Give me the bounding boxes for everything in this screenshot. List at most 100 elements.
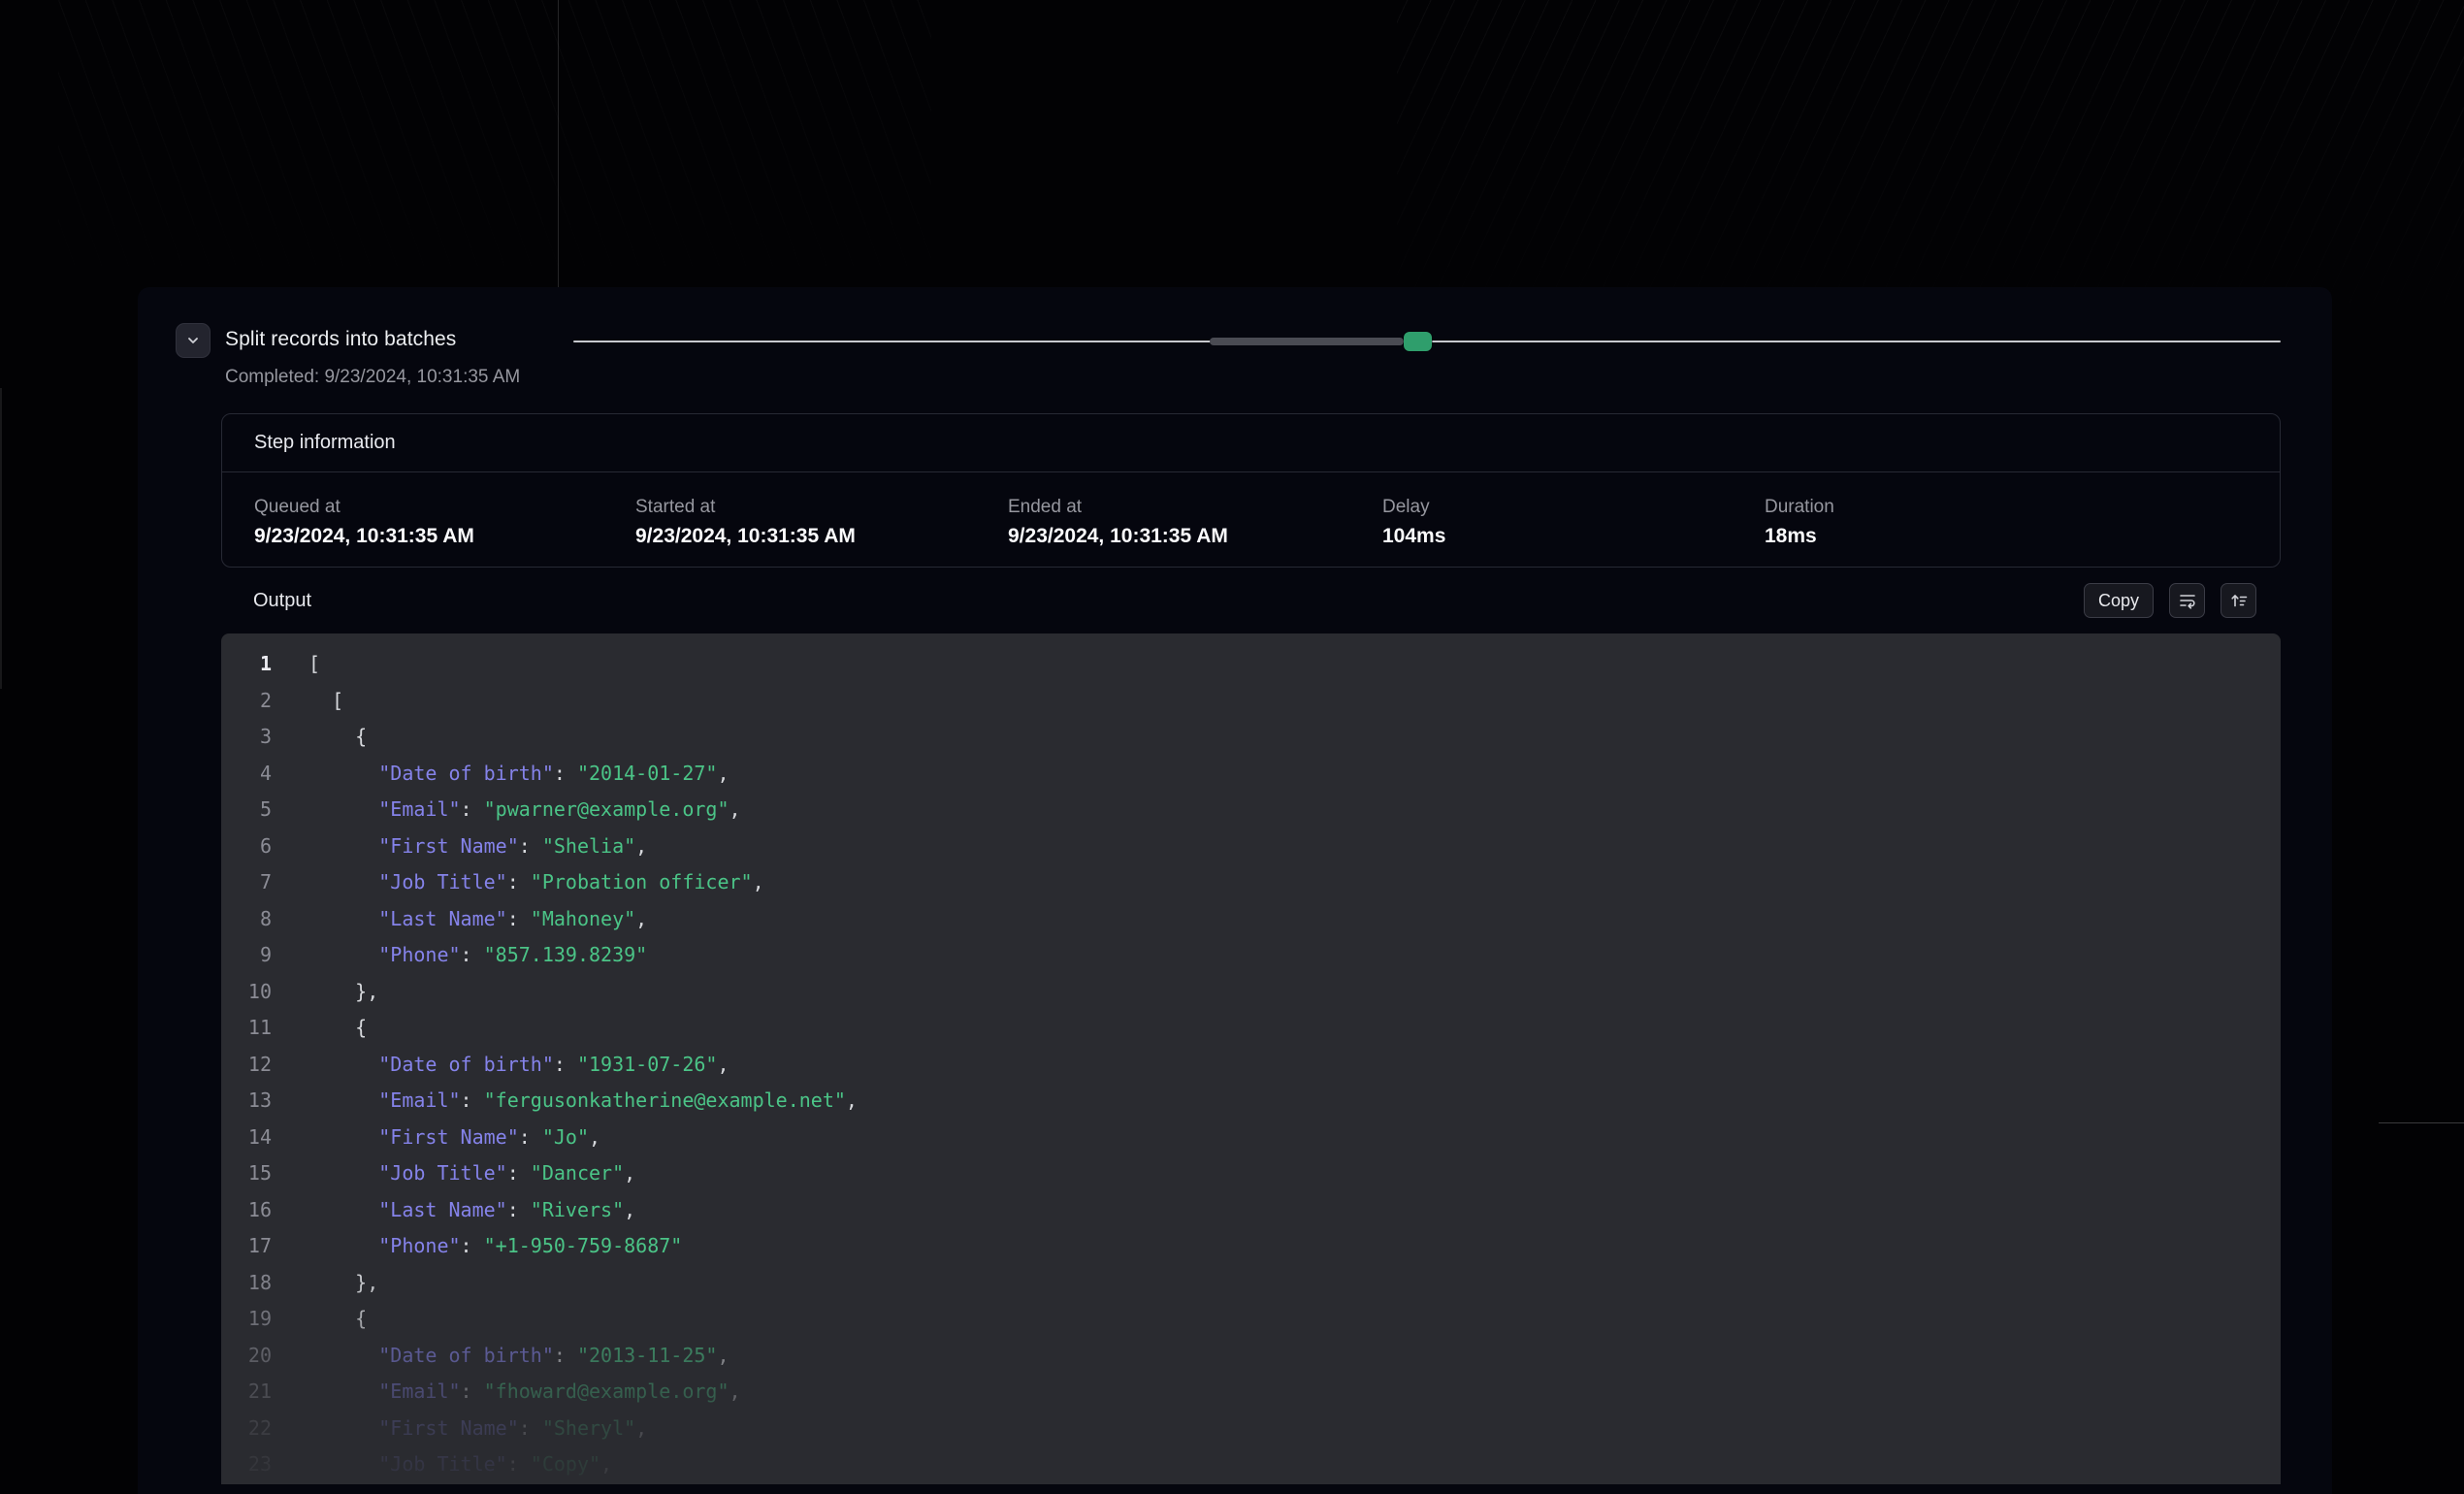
line-content: "Email": "fergusonkatherine@example.net"…: [272, 1083, 858, 1120]
step-completed-timestamp: Completed: 9/23/2024, 10:31:35 AM: [225, 367, 520, 388]
line-content: [: [272, 646, 320, 683]
field-value: 18ms: [1765, 524, 2248, 548]
line-number: 3: [221, 719, 272, 756]
step-title: Split records into batches: [225, 328, 456, 351]
line-content: {: [272, 1301, 367, 1338]
line-number: 7: [221, 864, 272, 901]
field-label: Queued at: [254, 496, 635, 518]
line-content: "Job Title": "Dancer",: [272, 1155, 635, 1192]
line-number: 15: [221, 1155, 272, 1192]
line-number: 2: [221, 683, 272, 720]
code-line: 23 "Job Title": "Copy",: [221, 1446, 2281, 1483]
line-content: },: [272, 974, 378, 1011]
code-line: 5 "Email": "pwarner@example.org",: [221, 792, 2281, 828]
line-content: "First Name": "Sheryl",: [272, 1411, 647, 1447]
timeline-thumb[interactable]: [1404, 332, 1432, 351]
code-line: 1[: [221, 646, 2281, 683]
sort-ascending-button[interactable]: [2221, 583, 2256, 618]
line-content: },: [272, 1265, 378, 1302]
run-detail-panel: Split records into batches Completed: 9/…: [138, 287, 2332, 1494]
timeline-step-range: [1210, 338, 1404, 345]
line-number: 21: [221, 1374, 272, 1411]
step-info-field: Queued at 9/23/2024, 10:31:35 AM: [254, 496, 635, 548]
line-number: 12: [221, 1047, 272, 1084]
line-content: "First Name": "Jo",: [272, 1120, 600, 1156]
code-line: 7 "Job Title": "Probation officer",: [221, 864, 2281, 901]
code-line: 14 "First Name": "Jo",: [221, 1120, 2281, 1156]
line-number: 17: [221, 1228, 272, 1265]
line-number: 19: [221, 1301, 272, 1338]
line-number: 22: [221, 1411, 272, 1447]
output-code-viewer[interactable]: 1[2 [3 {4 "Date of birth": "2014-01-27",…: [221, 633, 2281, 1484]
run-timeline[interactable]: [573, 331, 2281, 352]
field-value: 9/23/2024, 10:31:35 AM: [1008, 524, 1382, 548]
collapse-step-button[interactable]: [176, 323, 211, 358]
output-header-row: Output Copy: [221, 568, 2281, 633]
output-actions: Copy: [2084, 583, 2256, 618]
code-line: 12 "Date of birth": "1931-07-26",: [221, 1047, 2281, 1084]
line-content: "Email": "pwarner@example.org",: [272, 792, 741, 828]
field-label: Started at: [635, 496, 1008, 518]
code-line: 22 "First Name": "Sheryl",: [221, 1411, 2281, 1447]
line-number: 5: [221, 792, 272, 828]
line-content: "Email": "fhoward@example.org",: [272, 1374, 741, 1411]
line-number: 9: [221, 937, 272, 974]
field-label: Ended at: [1008, 496, 1382, 518]
background-vertical-line: [558, 0, 559, 287]
line-content: "First Name": "Shelia",: [272, 828, 647, 865]
background-right-line: [2379, 1122, 2464, 1123]
line-content: "Phone": "857.139.8239": [272, 937, 647, 974]
code-line: 4 "Date of birth": "2014-01-27",: [221, 756, 2281, 793]
line-number: 8: [221, 901, 272, 938]
line-number: 4: [221, 756, 272, 793]
code-line: 13 "Email": "fergusonkatherine@example.n…: [221, 1083, 2281, 1120]
line-number: 1: [221, 646, 272, 683]
line-number: 14: [221, 1120, 272, 1156]
sort-ascending-icon: [2229, 591, 2249, 610]
line-number: 11: [221, 1010, 272, 1047]
copy-button[interactable]: Copy: [2084, 583, 2154, 618]
background-left-line: [0, 388, 2, 689]
code-line: 17 "Phone": "+1-950-759-8687": [221, 1228, 2281, 1265]
line-number: 13: [221, 1083, 272, 1120]
code-line: 6 "First Name": "Shelia",: [221, 828, 2281, 865]
wrap-text-button[interactable]: [2169, 583, 2205, 618]
code-line: 21 "Email": "fhoward@example.org",: [221, 1374, 2281, 1411]
code-line: 16 "Last Name": "Rivers",: [221, 1192, 2281, 1229]
line-content: "Date of birth": "2013-11-25",: [272, 1338, 729, 1375]
line-content: "Date of birth": "1931-07-26",: [272, 1047, 729, 1084]
line-content: "Job Title": "Copy",: [272, 1446, 612, 1483]
code-line: 8 "Last Name": "Mahoney",: [221, 901, 2281, 938]
line-number: 10: [221, 974, 272, 1011]
step-info-field: Started at9/23/2024, 10:31:35 AM: [635, 496, 1008, 548]
code-line: 19 {: [221, 1301, 2281, 1338]
code-line: 9 "Phone": "857.139.8239": [221, 937, 2281, 974]
code-line: 2 [: [221, 683, 2281, 720]
code-line: 10 },: [221, 974, 2281, 1011]
line-content: "Last Name": "Mahoney",: [272, 901, 647, 938]
step-information-card: Step information Queued at 9/23/2024, 10:…: [221, 413, 2281, 568]
step-info-fields: Queued at 9/23/2024, 10:31:35 AMStarted a…: [222, 472, 2280, 567]
line-content: {: [272, 719, 367, 756]
line-content: {: [272, 1010, 367, 1047]
line-content: "Phone": "+1-950-759-8687": [272, 1228, 682, 1265]
line-number: 20: [221, 1338, 272, 1375]
line-content: "Last Name": "Rivers",: [272, 1192, 635, 1229]
line-number: 6: [221, 828, 272, 865]
chevron-down-icon: [185, 333, 201, 348]
code-line: 20 "Date of birth": "2013-11-25",: [221, 1338, 2281, 1375]
line-content: "Date of birth": "2014-01-27",: [272, 756, 729, 793]
line-number: 23: [221, 1446, 272, 1483]
code-lines: 1[2 [3 {4 "Date of birth": "2014-01-27",…: [221, 633, 2281, 1483]
wrap-text-icon: [2178, 591, 2197, 610]
step-info-field: Ended at 9/23/2024, 10:31:35 AM: [1008, 496, 1382, 548]
line-content: [: [272, 683, 343, 720]
field-value: 104ms: [1382, 524, 1765, 548]
code-line: 11 {: [221, 1010, 2281, 1047]
code-line: 15 "Job Title": "Dancer",: [221, 1155, 2281, 1192]
step-info-field: Delay 104ms: [1382, 496, 1765, 548]
step-information-header: Step information: [222, 414, 2280, 472]
field-label: Delay: [1382, 496, 1765, 518]
field-value: 9/23/2024, 10:31:35 AM: [254, 524, 635, 548]
line-number: 16: [221, 1192, 272, 1229]
